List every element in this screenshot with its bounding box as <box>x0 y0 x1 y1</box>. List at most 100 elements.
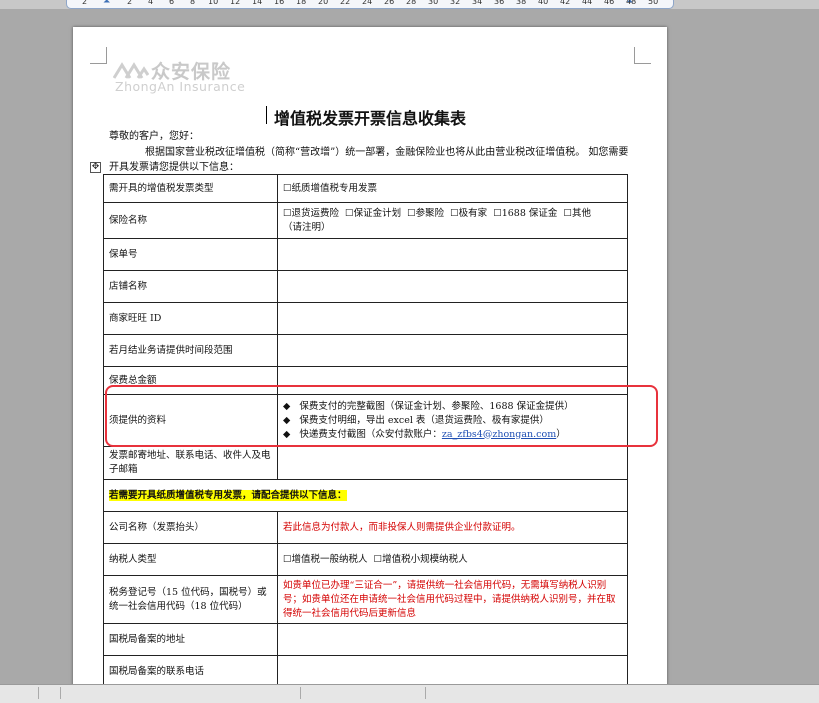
insurance-option: 保证金计划 <box>353 207 402 219</box>
checkbox-icon[interactable]: ☐ <box>450 208 459 219</box>
ruler-number: 12 <box>230 0 241 6</box>
ruler-number: 32 <box>450 0 461 6</box>
insurance-option: 其他 <box>571 207 591 219</box>
ruler-number: 44 <box>582 0 593 6</box>
table-row: 商家旺旺 ID <box>103 302 628 335</box>
ruler-number: 24 <box>362 0 373 6</box>
intro-paragraph: 根据国家营业税改征增值税（简称“营改增”）统一部署，金融保险业也将从此由营业税改… <box>109 147 629 173</box>
table-row: 店铺名称 <box>103 270 628 303</box>
ruler-number: 16 <box>274 0 285 6</box>
mail-info-label: 发票邮寄地址、联系电话、收件人及电子邮箱 <box>103 446 278 480</box>
tax-reg-label: 税务登记号（15 位代码，国税号）或统一社会信用代码（18 位代码） <box>103 575 278 624</box>
ruler-number: 46 <box>604 0 615 6</box>
ruler-number: 14 <box>252 0 263 6</box>
insurance-name-label: 保险名称 <box>103 202 278 239</box>
paper-invoice-notice-cell: 若需要开具纸质增值税专用发票，请配合提供以下信息： <box>103 479 628 512</box>
ruler-number: 18 <box>296 0 307 6</box>
table-move-handle-icon[interactable]: ✥ <box>90 162 101 173</box>
table-row: 若月结业务请提供时间段范围 <box>103 334 628 367</box>
margin-corner-mark <box>90 47 107 64</box>
invoice-type-option: 纸质增值税专用发票 <box>291 182 378 194</box>
text-cursor <box>266 106 267 124</box>
merchant-id-cell[interactable] <box>277 302 628 335</box>
premium-total-cell[interactable] <box>277 366 628 395</box>
insurance-option: 极有家 <box>458 207 488 219</box>
required-doc-text: 保费支付明细，导出 excel 表（退货运费险、极有家提供） <box>299 414 549 426</box>
monthly-period-cell[interactable] <box>277 334 628 367</box>
left-indent-marker-icon[interactable]: ⏶ <box>103 0 112 7</box>
merchant-id-label: 商家旺旺 ID <box>103 302 278 335</box>
logo-english-name: ZhongAn Insurance <box>115 79 246 94</box>
table-row: 需开具的增值税发票类型 ☐纸质增值税专用发票 <box>103 174 628 203</box>
list-item: ◆ 保费支付明细，导出 excel 表（退货运费险、极有家提供） <box>283 414 622 428</box>
table-row: 税务登记号（15 位代码，国税号）或统一社会信用代码（18 位代码） 如贵单位已… <box>103 575 628 624</box>
ruler-number: 30 <box>428 0 439 6</box>
table-row: 国税局备案的联系电话 <box>103 655 628 688</box>
checkbox-icon[interactable]: ☐ <box>407 208 416 219</box>
ruler-number: 42 <box>560 0 571 6</box>
table-row: 保单号 <box>103 238 628 271</box>
ruler-number: 48 <box>626 0 637 6</box>
table-row: 保费总金额 <box>103 366 628 395</box>
table-row: 纳税人类型 ☐增值税一般纳税人 ☐增值税小规模纳税人 <box>103 543 628 576</box>
ruler-number: 4 <box>148 0 154 6</box>
insurance-name-cell[interactable]: ☐退货运费险 ☐保证金计划 ☐参聚险 ☐极有家 ☐1688 保证金 ☐其他 （请注明） <box>277 202 628 239</box>
list-item: ◆ 快递费支付截图（众安付款账户：za_zfbs4@zhongan.com） <box>283 428 622 442</box>
invoice-type-cell[interactable]: ☐纸质增值税专用发票 <box>277 174 628 203</box>
account-email-link[interactable]: za_zfbs4@zhongan.com <box>442 429 556 440</box>
policy-no-cell[interactable] <box>277 238 628 271</box>
ruler-number: 26 <box>384 0 395 6</box>
monthly-period-label: 若月结业务请提供时间段范围 <box>103 334 278 367</box>
ruler-number: 6 <box>169 0 175 6</box>
greeting-text: 尊敬的客户，您好： <box>109 131 199 142</box>
ruler-number: 38 <box>516 0 527 6</box>
ruler-number: 40 <box>538 0 549 6</box>
ruler-number: 28 <box>406 0 417 6</box>
ruler-number: 20 <box>318 0 329 6</box>
ruler-number: 10 <box>208 0 219 6</box>
registered-address-cell[interactable] <box>277 623 628 656</box>
invoice-type-label: 需开具的增值税发票类型 <box>103 174 278 203</box>
shop-name-cell[interactable] <box>277 270 628 303</box>
table-row: 公司名称（发票抬头） 若此信息为付款人，而非投保人则需提供企业付款证明。 <box>103 511 628 544</box>
required-doc-suffix: ） <box>556 428 566 440</box>
table-row: 若需要开具纸质增值税专用发票，请配合提供以下信息： <box>103 479 628 512</box>
taxpayer-type-label: 纳税人类型 <box>103 543 278 576</box>
document-page[interactable]: 众安保险 ZhongAn Insurance 增值税发票开票信息收集表 尊敬的客… <box>73 27 667 702</box>
table-row: 保险名称 ☐退货运费险 ☐保证金计划 ☐参聚险 ☐极有家 ☐1688 保证金 ☐其他 （请注… <box>103 202 628 239</box>
company-name-cell[interactable]: 若此信息为付款人，而非投保人则需提供企业付款证明。 <box>277 511 628 544</box>
required-doc-text: 快递费支付截图（众安付款账户： <box>299 428 442 440</box>
checkbox-icon[interactable]: ☐ <box>283 208 292 219</box>
insurance-option: 退货运费险 <box>291 207 340 219</box>
required-docs-cell[interactable]: ◆ 保费支付的完整截图（保证金计划、参聚险、1688 保证金提供） ◆ 保费支付… <box>277 394 628 447</box>
status-bar <box>0 684 819 703</box>
checkbox-icon[interactable]: ☐ <box>283 183 292 194</box>
status-divider <box>60 687 61 699</box>
ruler-number: 22 <box>340 0 351 6</box>
ruler-number: 2 <box>127 0 133 6</box>
policy-no-label: 保单号 <box>103 238 278 271</box>
registered-phone-cell[interactable] <box>277 655 628 688</box>
checkbox-icon[interactable]: ☐ <box>563 208 572 219</box>
required-doc-text: 保费支付的完整截图（保证金计划、参聚险、1688 保证金提供） <box>299 400 574 412</box>
status-divider <box>425 687 426 699</box>
taxpayer-option: 增值税一般纳税人 <box>291 553 368 565</box>
zhongan-logo-mark-icon <box>113 62 149 79</box>
insurance-option: 1688 保证金 <box>501 207 558 219</box>
ruler-number: 2 <box>82 0 88 6</box>
mail-info-cell[interactable] <box>277 446 628 480</box>
checkbox-icon[interactable]: ☐ <box>283 554 292 565</box>
checkbox-icon[interactable]: ☐ <box>345 208 354 219</box>
invoice-info-table: 需开具的增值税发票类型 ☐纸质增值税专用发票 保险名称 ☐退货运费险 ☐保证金计划… <box>103 174 628 688</box>
checkbox-icon[interactable]: ☐ <box>374 554 383 565</box>
taxpayer-option: 增值税小规模纳税人 <box>382 553 468 565</box>
status-divider <box>38 687 39 699</box>
checkbox-icon[interactable]: ☐ <box>493 208 502 219</box>
diamond-bullet-icon: ◆ <box>283 428 291 440</box>
company-name-label: 公司名称（发票抬头） <box>103 511 278 544</box>
tax-reg-cell[interactable]: 如贵单位已办理“三证合一”，请提供统一社会信用代码，无需填写纳税人识别号；如贵单… <box>277 575 628 624</box>
diamond-bullet-icon: ◆ <box>283 414 291 426</box>
required-docs-label: 须提供的资料 <box>103 394 278 447</box>
taxpayer-type-cell[interactable]: ☐增值税一般纳税人 ☐增值税小规模纳税人 <box>277 543 628 576</box>
horizontal-ruler[interactable]: ⏶ ⏶ 2 2 4 6 8 10 12 14 16 18 20 22 24 26… <box>0 0 819 9</box>
